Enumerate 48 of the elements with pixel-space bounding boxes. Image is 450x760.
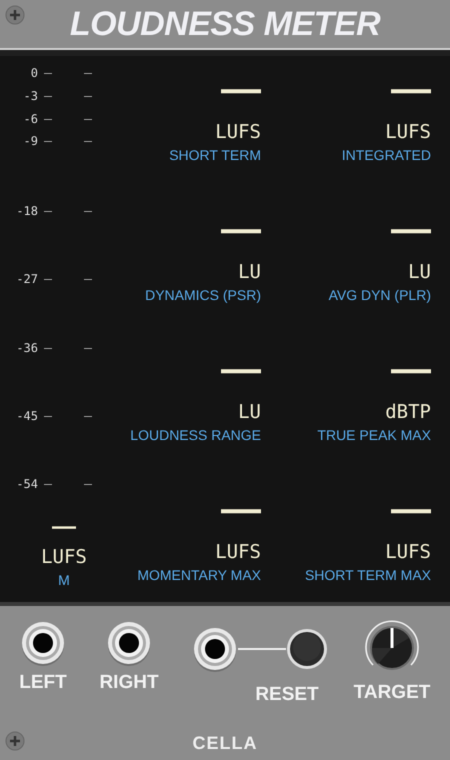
unit-label: LUFS [385,121,431,143]
reading-label: AVG DYN (PLR) [328,287,431,303]
reading-value: — [221,499,261,525]
reading-value: — [52,520,76,536]
reading-label: INTEGRATED [342,147,431,163]
module-title: LOUDNESS METER [70,4,380,44]
reading-label: DYNAMICS (PSR) [145,287,261,303]
reading-value: — [391,499,431,525]
reading-label: SHORT TERM MAX [304,567,431,583]
unit-label: LUFS [215,541,261,563]
scale-label: 0 [30,66,38,80]
port-label: LEFT [19,672,67,694]
unit-label: LUFS [41,546,87,568]
unit-label: LUFS [215,121,261,143]
scale-label: -27 [15,272,38,286]
unit-label: LU [238,261,261,283]
scale-label: -6 [22,112,38,126]
scale-label: -36 [15,341,38,355]
reading-value: — [221,79,261,105]
port-label: RESET [255,684,319,706]
scale-label: -45 [15,409,38,423]
reading-value: — [391,79,431,105]
reading-label: TRUE PEAK MAX [317,427,431,443]
scale-label: -54 [15,477,38,491]
unit-label: LUFS [385,541,431,563]
reading-label: MOMENTARY MAX [137,567,261,583]
unit-label: LU [238,401,261,423]
port-label: RIGHT [99,672,159,694]
unit-label: LU [408,261,431,283]
reading-value: — [391,359,431,385]
scale-label: -18 [15,204,38,218]
jack-socket-icon[interactable] [20,620,66,666]
brand-logo: CELLA [192,732,258,754]
reading-value: — [221,359,261,385]
reading-label: M [58,572,70,588]
reset-button[interactable] [286,628,328,670]
reading-value: — [391,219,431,245]
scale-label: -9 [22,134,38,148]
scale-label: -3 [22,89,38,103]
screw-icon [5,5,25,25]
jack-socket-icon[interactable] [192,626,238,672]
screw-icon [5,731,25,751]
jack-socket-icon[interactable] [106,620,152,666]
unit-label: dBTP [385,401,431,423]
reading-value: — [221,219,261,245]
reading-label: SHORT TERM [169,147,261,163]
reading-label: LOUDNESS RANGE [130,427,261,443]
port-label: TARGET [354,682,430,704]
